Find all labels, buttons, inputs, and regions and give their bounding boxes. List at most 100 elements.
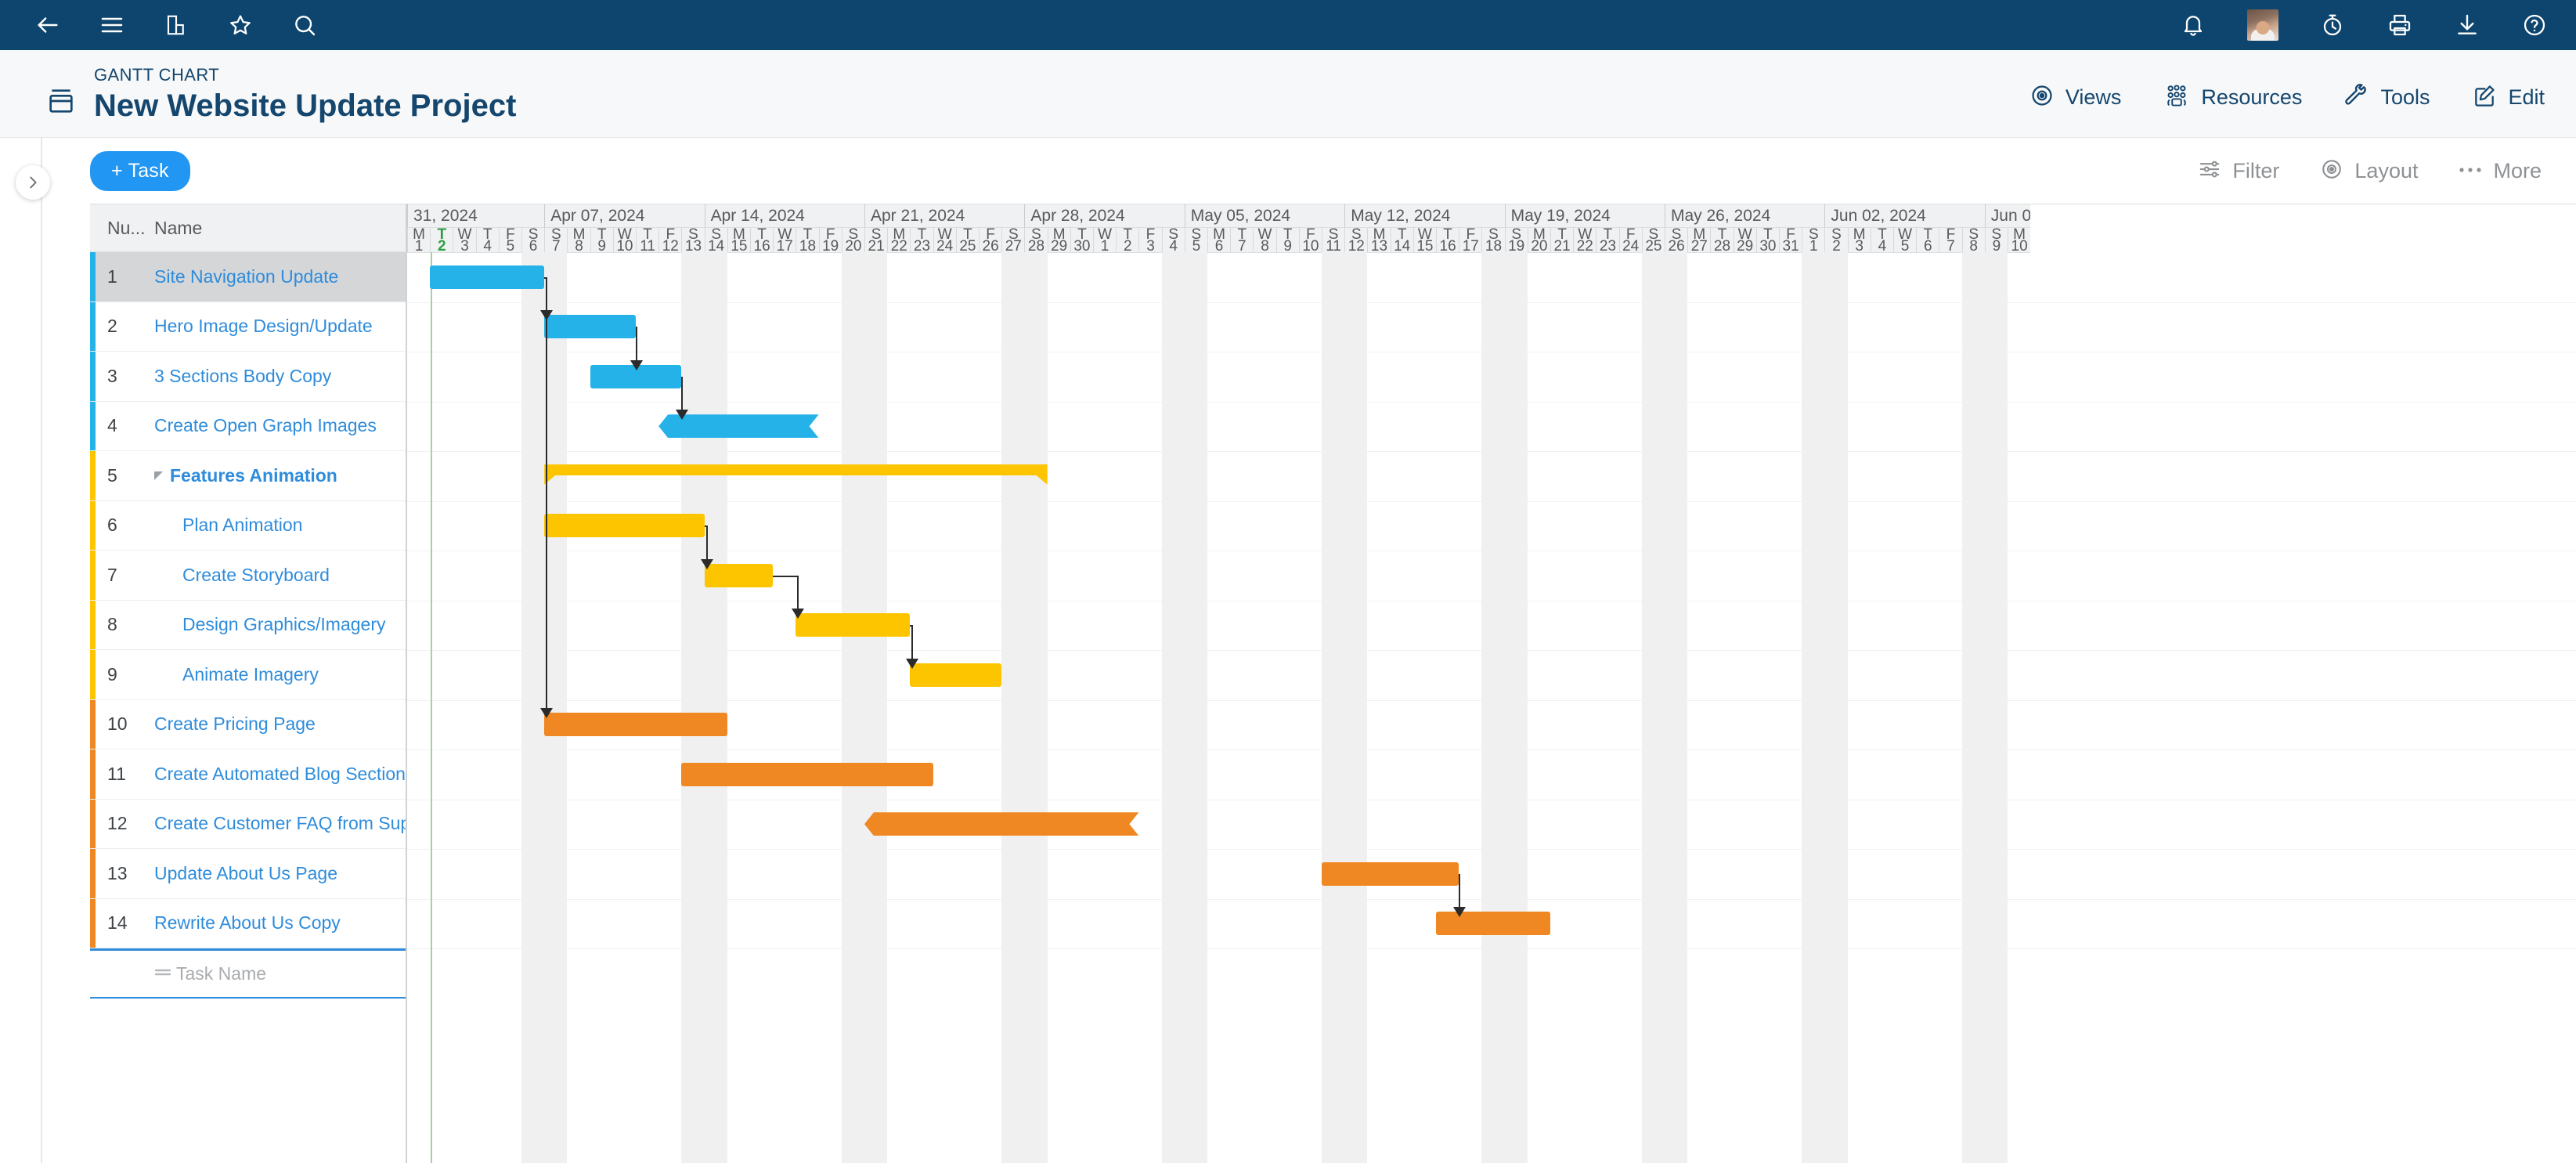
gantt-bar[interactable] bbox=[681, 762, 933, 786]
row-number: 8 bbox=[107, 614, 117, 635]
chart-row-divider bbox=[407, 500, 2576, 502]
table-row[interactable]: 8 Design Graphics/Imagery bbox=[90, 600, 407, 650]
views-button[interactable]: Views bbox=[2029, 83, 2121, 112]
more-button[interactable]: More bbox=[2459, 159, 2542, 183]
row-task-name[interactable]: 3 Sections Body Copy bbox=[141, 366, 407, 387]
table-row[interactable]: 6 Plan Animation bbox=[90, 500, 407, 551]
task-grid-pane: Nu... Name 1 Site Navigation Update 2 Hero … bbox=[90, 204, 407, 1163]
row-task-name[interactable]: Plan Animation bbox=[141, 515, 407, 536]
add-task-button[interactable]: + Task bbox=[90, 150, 190, 191]
row-color-indicator bbox=[90, 600, 96, 649]
timeline-day-cell: T7 bbox=[1230, 228, 1254, 253]
today-marker-line bbox=[431, 252, 433, 1163]
table-row[interactable]: 11 Create Automated Blog Section bbox=[90, 749, 407, 800]
more-label: More bbox=[2493, 158, 2542, 182]
collapse-triangle-icon[interactable] bbox=[154, 471, 163, 480]
row-task-name[interactable]: Create Customer FAQ from Support bbox=[141, 813, 407, 834]
timeline-day-cell: S8 bbox=[1961, 228, 1985, 253]
favorite-star-icon[interactable] bbox=[227, 12, 254, 38]
weekend-shading bbox=[1024, 252, 1048, 1163]
chart-row-divider bbox=[407, 451, 2576, 452]
timeline-day-cell: F 10 bbox=[1298, 228, 1322, 253]
table-row[interactable]: 5 Features Animation bbox=[90, 451, 407, 501]
gantt-bar[interactable] bbox=[544, 514, 705, 538]
tools-wrench-icon bbox=[2344, 83, 2369, 112]
new-task-row[interactable]: Task Name bbox=[90, 948, 407, 999]
gantt-bar[interactable] bbox=[544, 464, 1047, 485]
help-icon[interactable] bbox=[2521, 12, 2548, 38]
weekend-shading bbox=[681, 252, 705, 1163]
gantt-bar[interactable] bbox=[544, 315, 636, 339]
timeline-day-cell: S2 bbox=[1824, 228, 1848, 253]
notification-bell-icon[interactable] bbox=[2180, 12, 2206, 38]
row-task-name[interactable]: Animate Imagery bbox=[141, 664, 407, 685]
timeline-day-cell: T 18 bbox=[796, 228, 819, 253]
row-color-indicator bbox=[90, 352, 96, 401]
filter-button[interactable]: Filter bbox=[2198, 157, 2279, 185]
row-task-name[interactable]: Design Graphics/Imagery bbox=[141, 614, 407, 635]
timeline-day-cell: M 27 bbox=[1687, 228, 1711, 253]
timer-icon[interactable] bbox=[2319, 12, 2346, 38]
table-row[interactable]: 13 Update About Us Page bbox=[90, 849, 407, 899]
table-row[interactable]: 12 Create Customer FAQ from Support bbox=[90, 799, 407, 849]
row-task-name[interactable]: Create Storyboard bbox=[141, 565, 407, 586]
gantt-bar[interactable] bbox=[864, 812, 1138, 836]
user-avatar[interactable] bbox=[2247, 9, 2278, 41]
table-row[interactable]: 1 Site Navigation Update bbox=[90, 252, 407, 302]
gantt-bar[interactable] bbox=[910, 663, 1002, 687]
timeline-day-cell: W 29 bbox=[1733, 228, 1756, 253]
weekend-shading bbox=[1184, 252, 1207, 1163]
table-row[interactable]: 7 Create Storyboard bbox=[90, 551, 407, 601]
table-row[interactable]: 2 Hero Image Design/Update bbox=[90, 302, 407, 352]
row-task-name[interactable]: Create Open Graph Images bbox=[141, 415, 407, 436]
table-row[interactable]: 14 Rewrite About Us Copy bbox=[90, 898, 407, 948]
table-row[interactable]: 9 Animate Imagery bbox=[90, 650, 407, 700]
timeline-day-cell: T4 bbox=[475, 228, 499, 253]
collapse-sidebar-button[interactable] bbox=[16, 165, 50, 200]
timeline-day-cell: T4 bbox=[1870, 228, 1893, 253]
filter-label: Filter bbox=[2232, 158, 2280, 182]
hamburger-menu-icon[interactable] bbox=[99, 12, 125, 38]
project-box-icon bbox=[45, 85, 77, 121]
row-task-name[interactable]: Rewrite About Us Copy bbox=[141, 912, 407, 934]
print-icon[interactable] bbox=[2387, 12, 2413, 38]
resources-button[interactable]: Resources bbox=[2163, 83, 2302, 112]
timeline-day-cell: S9 bbox=[1984, 228, 2008, 253]
timeline-day-cell: S7 bbox=[544, 228, 568, 253]
row-task-name[interactable]: Site Navigation Update bbox=[141, 266, 407, 287]
row-task-name[interactable]: Create Automated Blog Section bbox=[141, 764, 407, 785]
row-task-name[interactable]: Features Animation bbox=[141, 465, 407, 486]
timeline-day-cell: T9 bbox=[590, 228, 613, 253]
timeline-day-cell: S 27 bbox=[1001, 228, 1025, 253]
row-task-name[interactable]: Hero Image Design/Update bbox=[141, 316, 407, 337]
gantt-bar[interactable] bbox=[1322, 861, 1459, 886]
row-color-indicator bbox=[90, 699, 96, 749]
tools-button[interactable]: Tools bbox=[2344, 83, 2430, 112]
search-icon[interactable] bbox=[291, 12, 318, 38]
reports-bar-icon[interactable] bbox=[163, 12, 189, 38]
gantt-bar[interactable] bbox=[544, 713, 727, 737]
column-header-name[interactable]: Name bbox=[141, 218, 407, 239]
layout-button[interactable]: Layout bbox=[2320, 157, 2418, 185]
gantt-bar[interactable] bbox=[796, 613, 911, 637]
download-icon[interactable] bbox=[2454, 12, 2480, 38]
gantt-bar[interactable] bbox=[430, 265, 545, 289]
row-task-name[interactable]: Create Pricing Page bbox=[141, 713, 407, 735]
row-number: 4 bbox=[107, 415, 117, 436]
table-row[interactable]: 10 Create Pricing Page bbox=[90, 699, 407, 749]
table-row[interactable]: 3 3 Sections Body Copy bbox=[90, 352, 407, 402]
column-header-number[interactable]: Nu... bbox=[90, 218, 146, 239]
gantt-chart-body[interactable] bbox=[407, 252, 2576, 1163]
row-task-name[interactable]: Update About Us Page bbox=[141, 863, 407, 884]
gantt-bar[interactable] bbox=[704, 563, 774, 587]
dependency-line bbox=[705, 526, 708, 561]
row-number: 2 bbox=[107, 316, 117, 337]
dependency-arrowhead bbox=[906, 658, 919, 669]
row-color-indicator bbox=[90, 650, 96, 699]
edit-button[interactable]: Edit bbox=[2472, 83, 2545, 112]
table-row[interactable]: 4 Create Open Graph Images bbox=[90, 401, 407, 451]
back-arrow-icon[interactable] bbox=[34, 12, 61, 38]
timeline-week-label: 31, 2024 bbox=[407, 204, 545, 228]
dependency-line bbox=[797, 575, 799, 611]
task-grid-header: Nu... Name bbox=[90, 204, 407, 252]
